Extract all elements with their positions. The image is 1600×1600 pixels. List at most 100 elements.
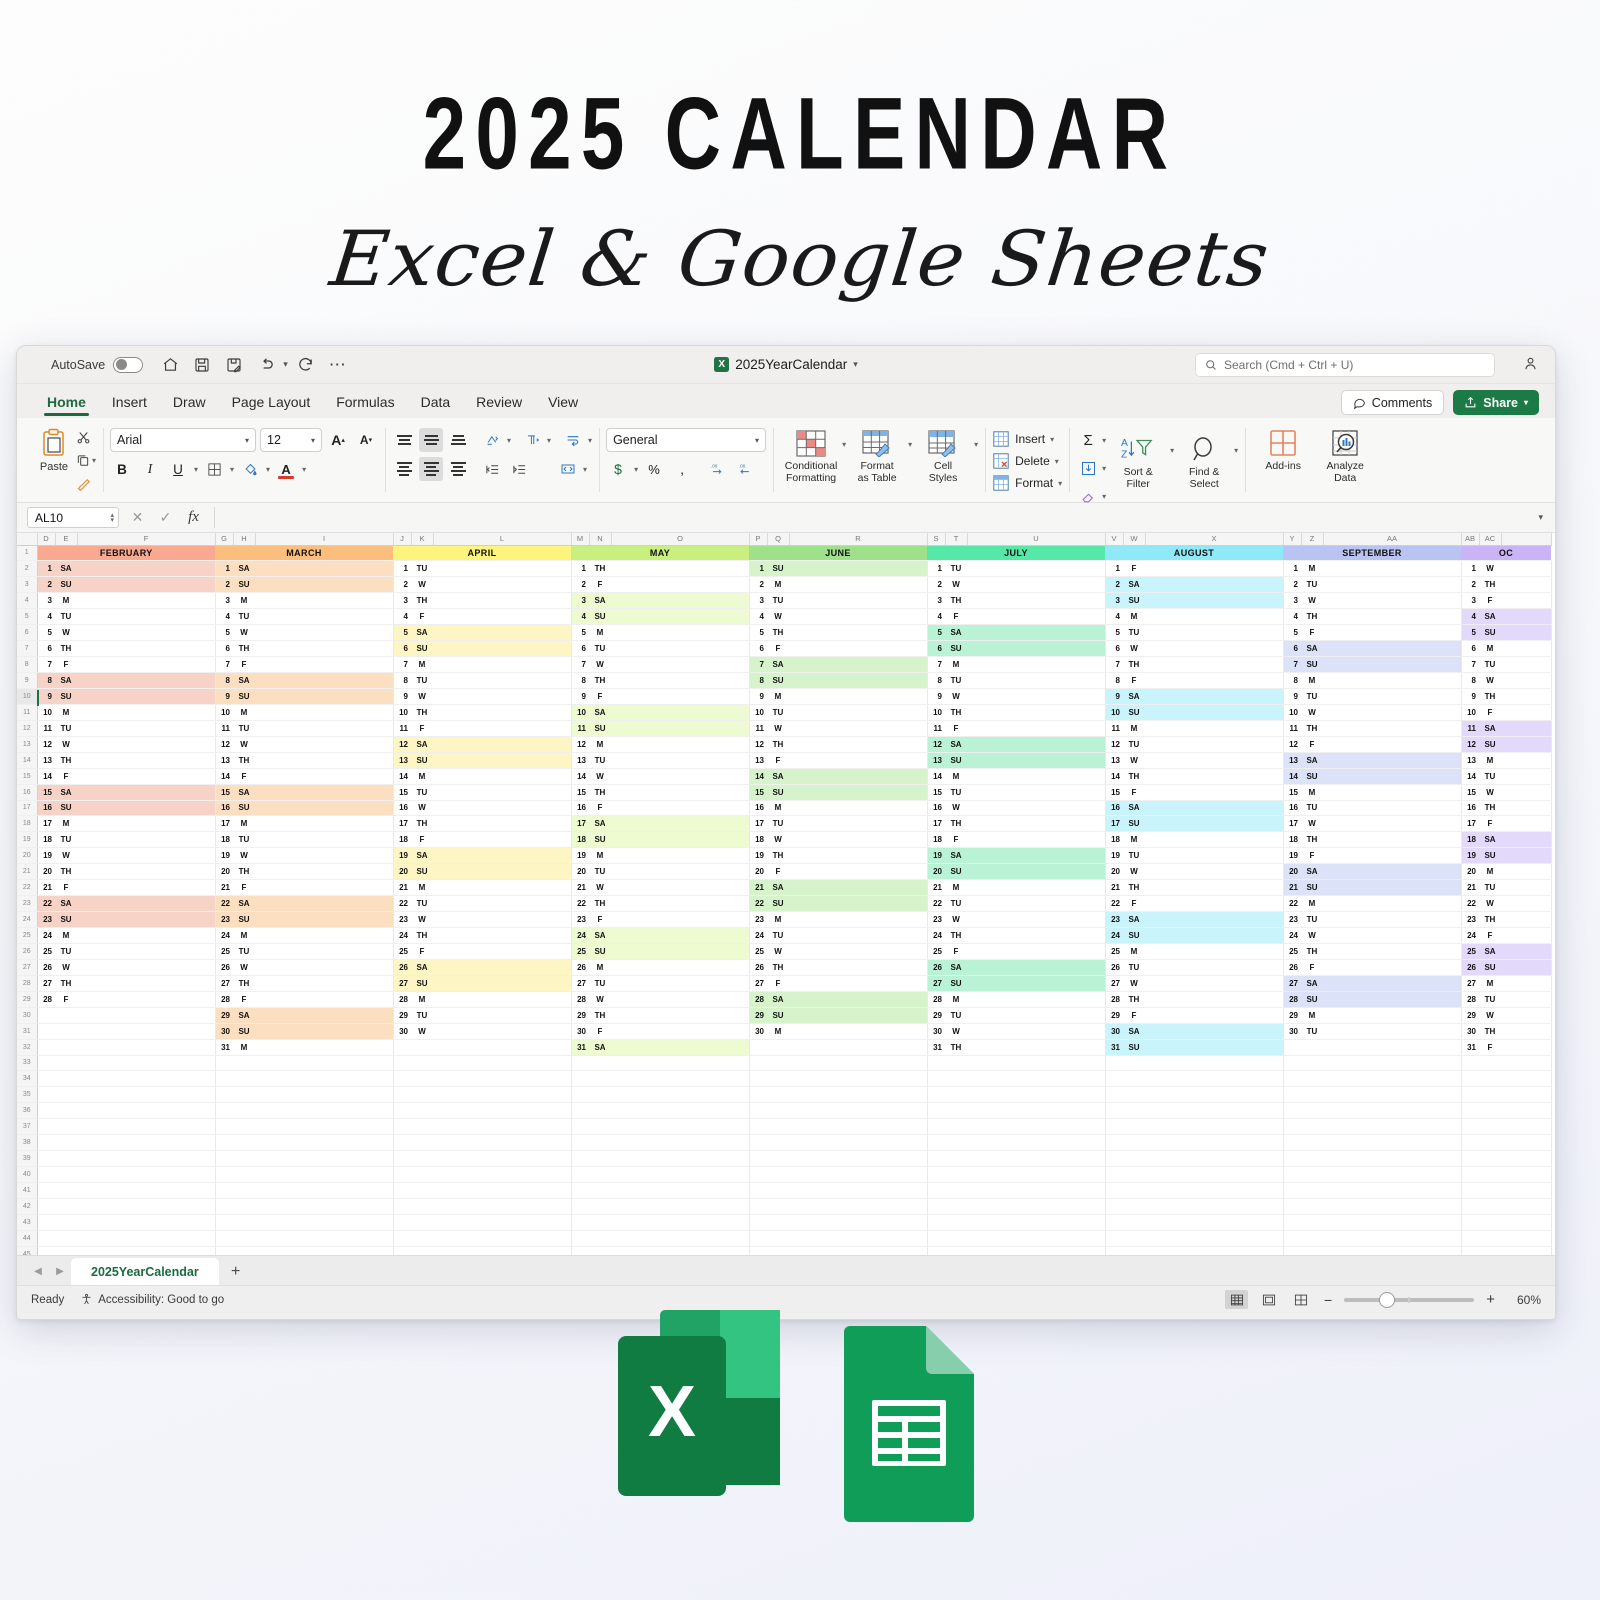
row-header-44[interactable]: 44 (17, 1230, 38, 1247)
day-number[interactable]: 9 (749, 688, 767, 705)
day-note-cell[interactable] (1501, 879, 1552, 897)
day-of-week[interactable]: W (1123, 975, 1145, 992)
day-note-cell[interactable] (255, 688, 394, 705)
day-note-cell[interactable] (789, 847, 928, 865)
day-note-cell[interactable] (255, 720, 394, 737)
day-number[interactable]: 6 (927, 640, 945, 658)
day-note-cell[interactable] (433, 863, 572, 881)
format-cells-button[interactable]: Format ▾ (992, 474, 1062, 492)
day-note-cell[interactable] (789, 911, 928, 928)
day-of-week[interactable]: TU (945, 895, 967, 913)
day-number[interactable]: 21 (1283, 879, 1301, 897)
day-of-week[interactable]: M (767, 800, 789, 817)
day-note-cell[interactable] (1501, 831, 1552, 849)
triangle-right-icon[interactable]: ▶ (49, 1257, 71, 1285)
tab-page-layout[interactable]: Page Layout (220, 391, 323, 418)
day-number[interactable]: 31 (1461, 1039, 1479, 1056)
column-header-AB[interactable]: AB (1461, 533, 1480, 546)
day-of-week[interactable]: W (411, 576, 433, 594)
day-number[interactable]: 12 (1461, 736, 1479, 753)
day-note-cell[interactable] (1323, 672, 1462, 689)
day-note-cell[interactable] (433, 927, 572, 944)
day-of-week[interactable]: SU (411, 863, 433, 881)
day-number[interactable]: 22 (1105, 895, 1123, 913)
day-note-cell[interactable] (611, 560, 750, 578)
day-note-cell[interactable] (255, 656, 394, 673)
day-number[interactable]: 18 (37, 831, 55, 849)
column-header-Y[interactable]: Y (1283, 533, 1302, 546)
day-of-week[interactable]: TU (233, 831, 255, 849)
day-number[interactable]: 29 (1283, 1007, 1301, 1024)
day-number[interactable]: 26 (393, 959, 411, 976)
day-of-week[interactable]: F (945, 943, 967, 960)
column-header-X[interactable]: X (1145, 533, 1284, 546)
day-number[interactable]: 16 (1105, 800, 1123, 817)
column-header-AC[interactable]: AC (1479, 533, 1502, 546)
day-number[interactable]: 1 (393, 560, 411, 578)
day-number[interactable]: 27 (1461, 975, 1479, 992)
day-of-week[interactable]: SA (589, 927, 611, 944)
day-number[interactable]: 19 (1461, 847, 1479, 865)
day-of-week[interactable]: TH (1123, 656, 1145, 673)
day-number[interactable]: 13 (927, 752, 945, 769)
day-number[interactable]: 3 (927, 592, 945, 610)
align-left-button[interactable] (392, 457, 416, 481)
day-number[interactable]: 14 (571, 768, 589, 785)
day-note-cell[interactable] (1501, 1023, 1552, 1040)
day-of-week[interactable]: W (767, 720, 789, 737)
day-of-week[interactable]: TU (411, 1007, 433, 1024)
day-note-cell[interactable] (1145, 831, 1284, 849)
day-number[interactable]: 12 (749, 736, 767, 753)
day-of-week[interactable]: W (1479, 560, 1501, 578)
day-note-cell[interactable] (1501, 624, 1552, 642)
day-of-week[interactable]: W (945, 576, 967, 594)
row-header-7[interactable]: 7 (17, 640, 38, 658)
day-of-week[interactable]: F (1123, 560, 1145, 578)
day-of-week[interactable]: F (589, 911, 611, 928)
day-note-cell[interactable] (1145, 768, 1284, 785)
row-header-39[interactable]: 39 (17, 1150, 38, 1168)
tab-formulas[interactable]: Formulas (324, 391, 406, 418)
day-of-week[interactable]: M (767, 911, 789, 928)
day-note-cell[interactable] (1145, 624, 1284, 642)
day-number[interactable]: 2 (1283, 576, 1301, 594)
day-number[interactable]: 21 (1461, 879, 1479, 897)
day-of-week[interactable]: F (1479, 592, 1501, 610)
day-number[interactable]: 7 (749, 656, 767, 673)
day-note-cell[interactable] (1323, 592, 1462, 610)
day-note-cell[interactable] (967, 863, 1106, 881)
column-header-J[interactable]: J (393, 533, 412, 546)
day-of-week[interactable]: SA (1479, 720, 1501, 737)
day-note-cell[interactable] (255, 736, 394, 753)
day-of-week[interactable]: SU (945, 863, 967, 881)
day-note-cell[interactable] (1501, 991, 1552, 1008)
autosum-button[interactable]: Σ ▾ (1076, 428, 1107, 452)
day-of-week[interactable]: W (233, 847, 255, 865)
day-note-cell[interactable] (1145, 879, 1284, 897)
day-number[interactable]: 24 (37, 927, 55, 944)
day-note-cell[interactable] (967, 1007, 1106, 1024)
autosave-toggle[interactable] (113, 356, 144, 373)
day-of-week[interactable]: TH (411, 927, 433, 944)
day-number[interactable]: 15 (37, 784, 55, 801)
day-note-cell[interactable] (1501, 720, 1552, 737)
day-number[interactable]: 5 (1105, 624, 1123, 642)
day-note-cell[interactable] (611, 608, 750, 626)
day-number[interactable]: 15 (749, 784, 767, 801)
day-number[interactable]: 13 (393, 752, 411, 769)
day-number[interactable]: 13 (215, 752, 233, 769)
day-note-cell[interactable] (433, 640, 572, 658)
day-note-cell[interactable] (433, 831, 572, 849)
day-of-week[interactable]: TH (945, 592, 967, 610)
day-note-cell[interactable] (967, 943, 1106, 960)
day-note-cell[interactable] (967, 784, 1106, 801)
day-number[interactable]: 4 (749, 608, 767, 626)
day-number[interactable]: 11 (1461, 720, 1479, 737)
day-of-week[interactable]: TH (233, 640, 255, 658)
day-of-week[interactable]: W (589, 656, 611, 673)
day-number[interactable]: 8 (749, 672, 767, 689)
day-of-week[interactable]: TH (589, 672, 611, 689)
share-chevron-down-icon[interactable]: ▾ (1524, 398, 1528, 407)
day-number[interactable]: 17 (1461, 815, 1479, 833)
day-note-cell[interactable] (1501, 576, 1552, 594)
